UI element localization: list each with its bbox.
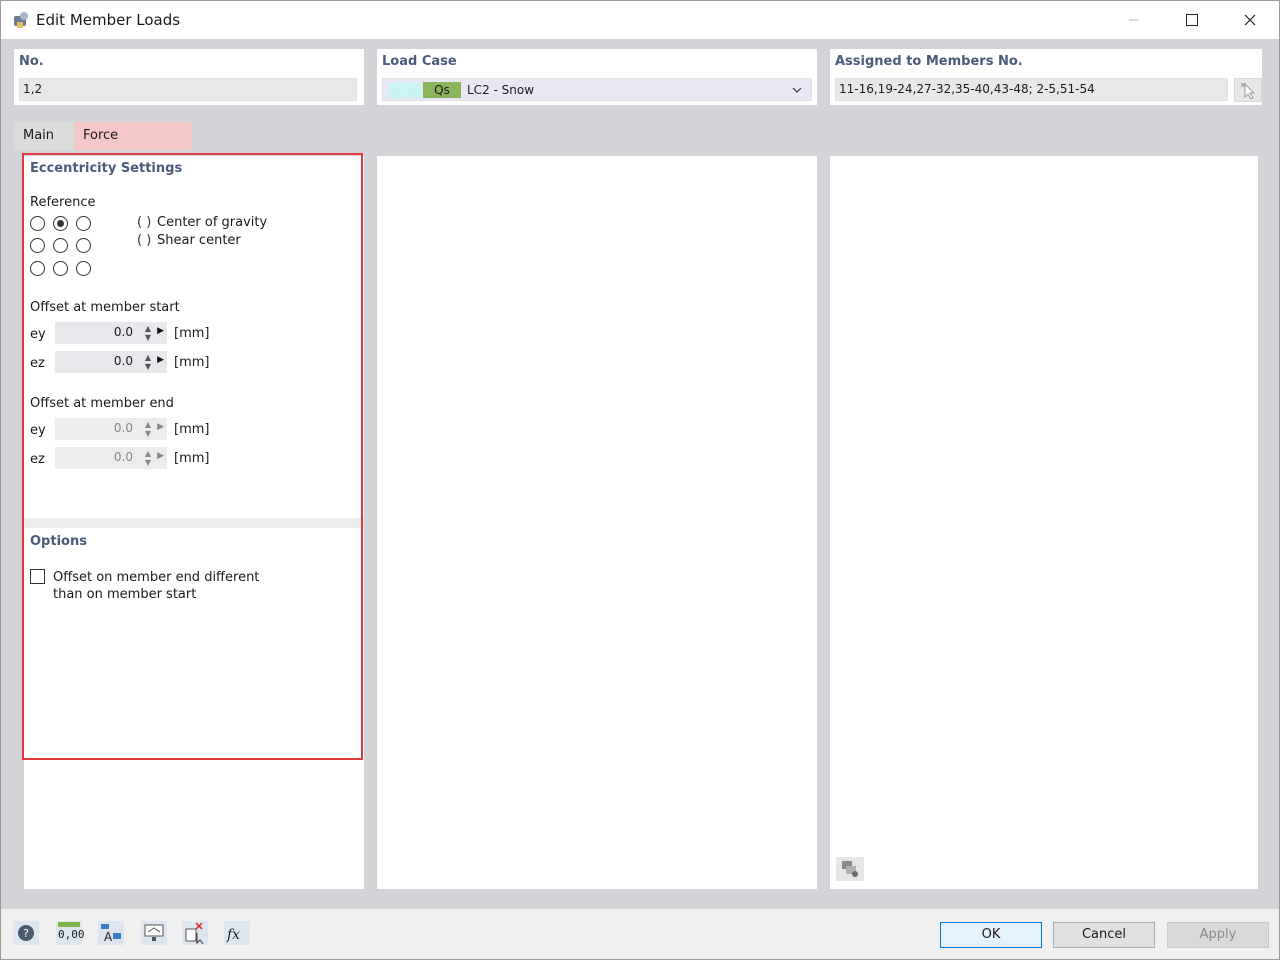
spinner-arrows-icon[interactable]: ▲ ▼ <box>145 353 151 371</box>
center-of-gravity-option[interactable]: ( ) Center of gravity <box>137 215 267 230</box>
help-icon[interactable]: ? <box>13 921 39 945</box>
offset-start-label: Offset at member start <box>30 300 180 315</box>
load-case-name: LC2 - Snow <box>467 83 535 97</box>
expand-triangle-icon[interactable]: ▶ <box>157 355 164 365</box>
bottom-toolbar: ? 0,00 A fx OK Cancel Apply <box>1 909 1279 959</box>
options-title: Options <box>30 534 87 549</box>
cancel-button[interactable]: Cancel <box>1053 922 1155 948</box>
reference-radio-bottom-left[interactable] <box>30 261 45 276</box>
reference-radio-bottom-middle[interactable] <box>53 261 68 276</box>
start-ey-value: 0.0 <box>113 325 133 339</box>
spinner-arrows-icon[interactable]: ▲ ▼ <box>145 324 151 342</box>
units-icon-bar <box>58 922 80 927</box>
shear-center-label: Shear center <box>157 233 241 248</box>
load-case-label: Load Case <box>382 54 457 69</box>
offset-end-different-label[interactable]: Offset on member end different than on m… <box>53 569 293 603</box>
load-case-select[interactable]: Qs LC2 - Snow <box>382 78 812 101</box>
svg-text:?: ? <box>23 927 29 940</box>
end-ey-input[interactable]: 0.0 ▲ ▼ ▶ <box>55 418 167 440</box>
reference-radio-top-middle[interactable] <box>53 216 68 231</box>
close-button[interactable] <box>1221 1 1279 39</box>
spinner-arrows-icon[interactable]: ▲ ▼ <box>145 420 151 438</box>
minimize-icon <box>1129 19 1139 21</box>
reference-radio-middle-left[interactable] <box>30 238 45 253</box>
section-divider <box>24 518 364 528</box>
offset-end-different-checkbox[interactable] <box>30 569 45 584</box>
info-panel <box>830 156 1258 889</box>
expand-triangle-icon[interactable]: ▶ <box>157 451 164 461</box>
formula-icon[interactable]: fx <box>224 921 250 945</box>
display-icon[interactable] <box>141 921 167 945</box>
graphics-settings-icon[interactable] <box>836 857 864 881</box>
number-label: No. <box>19 54 44 69</box>
start-ey-unit: [mm] <box>174 326 210 341</box>
tab-main[interactable]: Main <box>14 122 74 150</box>
start-ey-input[interactable]: 0.0 ▲ ▼ ▶ <box>55 322 167 344</box>
units-icon-text: 0,00 <box>58 928 85 941</box>
reference-radio-top-left[interactable] <box>30 216 45 231</box>
end-ez-label: ez <box>30 452 45 467</box>
title-bar: Edit Member Loads <box>1 1 1279 39</box>
eccentricity-panel: Eccentricity Settings Reference ( ) Cente… <box>24 156 364 889</box>
end-ey-label: ey <box>30 423 46 438</box>
assigned-members-field[interactable]: 11-16,19-24,27-32,35-40,43-48; 2-5,51-54 <box>835 78 1228 101</box>
assigned-members-box: Assigned to Members No. 11-16,19-24,27-3… <box>830 49 1262 105</box>
minimize-button[interactable] <box>1105 1 1163 39</box>
offset-end-label: Offset at member end <box>30 396 174 411</box>
start-ez-unit: [mm] <box>174 355 210 370</box>
svg-text:A: A <box>104 930 113 944</box>
assigned-members-label: Assigned to Members No. <box>835 54 1023 69</box>
window-title: Edit Member Loads <box>36 11 181 29</box>
start-ez-value: 0.0 <box>113 354 133 368</box>
end-ez-unit: [mm] <box>174 451 210 466</box>
option-radio-icon: ( ) <box>137 233 152 248</box>
end-ey-value: 0.0 <box>113 421 133 435</box>
center-of-gravity-label: Center of gravity <box>157 215 268 230</box>
start-ey-label: ey <box>30 327 46 342</box>
lc-color-swatch-1 <box>388 83 404 98</box>
chevron-down-icon <box>792 87 802 93</box>
maximize-icon <box>1186 14 1198 26</box>
text-labels-icon[interactable]: A <box>98 921 124 945</box>
number-box: No. 1,2 <box>14 49 364 105</box>
reference-radio-bottom-right[interactable] <box>76 261 91 276</box>
member-select-icon[interactable] <box>182 921 208 945</box>
reference-radio-top-right[interactable] <box>76 216 91 231</box>
spinner-arrows-icon[interactable]: ▲ ▼ <box>145 449 151 467</box>
pick-members-button[interactable] <box>1234 78 1262 102</box>
lc-color-swatch-2 <box>405 83 421 98</box>
eccentricity-settings-title: Eccentricity Settings <box>30 161 183 176</box>
load-case-box: Load Case Qs LC2 - Snow <box>377 49 817 105</box>
number-field[interactable]: 1,2 <box>19 78 357 101</box>
reference-label: Reference <box>30 195 96 210</box>
load-case-category-badge: Qs <box>423 82 461 98</box>
option-radio-icon: ( ) <box>137 215 152 230</box>
end-ez-value: 0.0 <box>113 450 133 464</box>
dialog-body: No. 1,2 Load Case Qs LC2 - Snow Assigned… <box>1 39 1279 909</box>
preview-panel <box>377 156 817 889</box>
svg-text:fx: fx <box>226 927 240 943</box>
pick-cursor-icon <box>1240 82 1256 100</box>
app-icon <box>14 12 28 28</box>
start-ez-label: ez <box>30 356 45 371</box>
reference-radio-middle-right[interactable] <box>76 238 91 253</box>
shear-center-option[interactable]: ( ) Shear center <box>137 233 241 248</box>
edit-member-loads-dialog: Edit Member Loads No. 1,2 Load Case Qs L… <box>0 0 1280 960</box>
expand-triangle-icon[interactable]: ▶ <box>157 422 164 432</box>
close-icon <box>1244 14 1256 26</box>
tab-force-eccentricity[interactable]: Force Eccentricity <box>74 122 192 171</box>
end-ey-unit: [mm] <box>174 422 210 437</box>
units-icon[interactable]: 0,00 <box>56 921 85 945</box>
ok-button[interactable]: OK <box>940 922 1042 948</box>
start-ez-input[interactable]: 0.0 ▲ ▼ ▶ <box>55 351 167 373</box>
end-ez-input[interactable]: 0.0 ▲ ▼ ▶ <box>55 447 167 469</box>
apply-button[interactable]: Apply <box>1167 922 1269 948</box>
maximize-button[interactable] <box>1163 1 1221 39</box>
reference-radio-center[interactable] <box>53 238 68 253</box>
expand-triangle-icon[interactable]: ▶ <box>157 326 164 336</box>
